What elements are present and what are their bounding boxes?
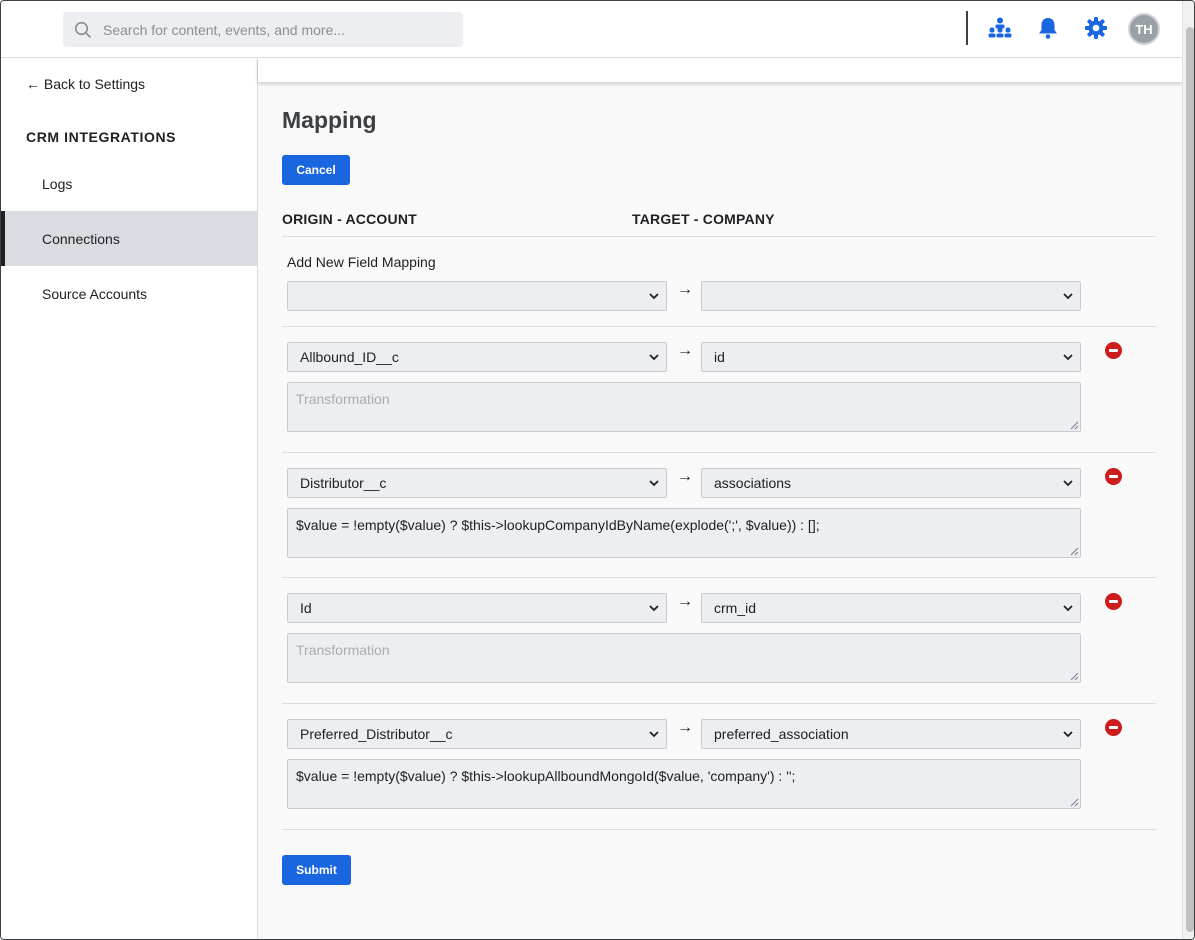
select-value: crm_id [714,600,757,616]
target-field-select[interactable]: id [701,342,1081,372]
select-value: preferred_association [714,726,849,742]
resize-grip-icon[interactable] [1070,798,1079,807]
gear-icon[interactable] [1081,13,1111,43]
select-value: id [714,349,725,365]
new-origin-select[interactable] [287,281,667,311]
transformation-textarea[interactable]: $value = !empty($value) ? $this->lookupC… [287,508,1081,558]
page-title: Mapping [282,107,377,133]
sidebar-item-label: Source Accounts [42,285,148,302]
resize-grip-icon[interactable] [1070,672,1079,681]
mapping-arrow: → [677,342,693,359]
origin-field-select[interactable]: Id [287,593,667,623]
transformation-textarea[interactable]: Transformation [287,382,1081,432]
textarea-placeholder: Transformation [296,391,390,407]
bell-icon[interactable] [1033,13,1063,43]
cancel-button[interactable]: Cancel [282,155,350,185]
select-value: associations [714,475,792,491]
main-content: Mapping Cancel ORIGIN - ACCOUNT TARGET -… [258,58,1182,939]
transformation-textarea[interactable]: $value = !empty($value) ? $this->lookupA… [287,759,1081,809]
app-window: Search for content, events, and more... [0,0,1195,940]
select-value: Allbound_ID__c [300,349,399,365]
transformation-textarea[interactable]: Transformation [287,633,1081,683]
remove-mapping-button[interactable] [1105,719,1122,736]
transformation-value: $value = !empty($value) ? $this->lookupC… [296,517,820,533]
sidebar: ← Back to Settings CRM INTEGRATIONS Logs… [1,58,258,939]
origin-field-select[interactable]: Allbound_ID__c [287,342,667,372]
chevron-down-icon [1063,605,1073,612]
remove-mapping-button[interactable] [1105,593,1122,610]
chevron-down-icon [649,354,659,361]
chevron-down-icon [649,293,659,300]
divider [282,452,1156,453]
sidebar-section-title: CRM INTEGRATIONS [26,129,177,145]
chevron-down-icon [1063,354,1073,361]
sidebar-item-connections[interactable]: Connections [1,211,257,266]
content-header-strip [258,58,1182,82]
chevron-down-icon [1063,480,1073,487]
origin-field-select[interactable]: Preferred_Distributor__c [287,719,667,749]
divider [282,577,1156,578]
top-bar: Search for content, events, and more... [1,1,1182,58]
transformation-value: $value = !empty($value) ? $this->lookupA… [296,768,796,784]
add-mapping-label: Add New Field Mapping [287,254,436,270]
resize-grip-icon[interactable] [1070,547,1079,556]
new-target-select[interactable] [701,281,1081,311]
target-field-select[interactable]: associations [701,468,1081,498]
remove-mapping-button[interactable] [1105,468,1122,485]
target-column-header: TARGET - COMPANY [632,211,775,227]
origin-field-select[interactable]: Distributor__c [287,468,667,498]
divider [282,703,1156,704]
mapping-arrow: → [677,281,693,298]
select-value: Distributor__c [300,475,387,491]
resize-grip-icon[interactable] [1070,421,1079,430]
chevron-down-icon [649,731,659,738]
mapping-arrow: → [677,593,693,610]
divider [282,829,1156,830]
chevron-down-icon [649,480,659,487]
back-to-settings-link[interactable]: ← Back to Settings [26,76,145,92]
chevron-down-icon [1063,293,1073,300]
search-placeholder: Search for content, events, and more... [103,21,346,38]
select-value: Preferred_Distributor__c [300,726,453,742]
mapping-arrow: → [677,468,693,485]
submit-button[interactable]: Submit [282,855,351,885]
org-chart-icon[interactable] [985,13,1015,43]
mapping-arrow: → [677,719,693,736]
select-value: Id [300,600,312,616]
textarea-placeholder: Transformation [296,642,390,658]
scrollbar-thumb[interactable] [1186,27,1194,932]
sidebar-item-label: Logs [42,175,73,192]
sidebar-item-source-accounts[interactable]: Source Accounts [1,266,257,321]
search-icon [63,12,103,47]
scrollbar[interactable] [1182,1,1194,939]
chevron-down-icon [1063,731,1073,738]
origin-column-header: ORIGIN - ACCOUNT [282,211,417,227]
toolbar-divider [966,11,968,45]
target-field-select[interactable]: preferred_association [701,719,1081,749]
avatar[interactable]: TH [1128,13,1160,45]
divider [282,326,1156,327]
sidebar-item-logs[interactable]: Logs [1,156,257,211]
target-field-select[interactable]: crm_id [701,593,1081,623]
search-input[interactable]: Search for content, events, and more... [63,12,463,47]
chevron-down-icon [649,605,659,612]
sidebar-item-label: Connections [42,230,120,247]
remove-mapping-button[interactable] [1105,342,1122,359]
divider [282,236,1156,237]
